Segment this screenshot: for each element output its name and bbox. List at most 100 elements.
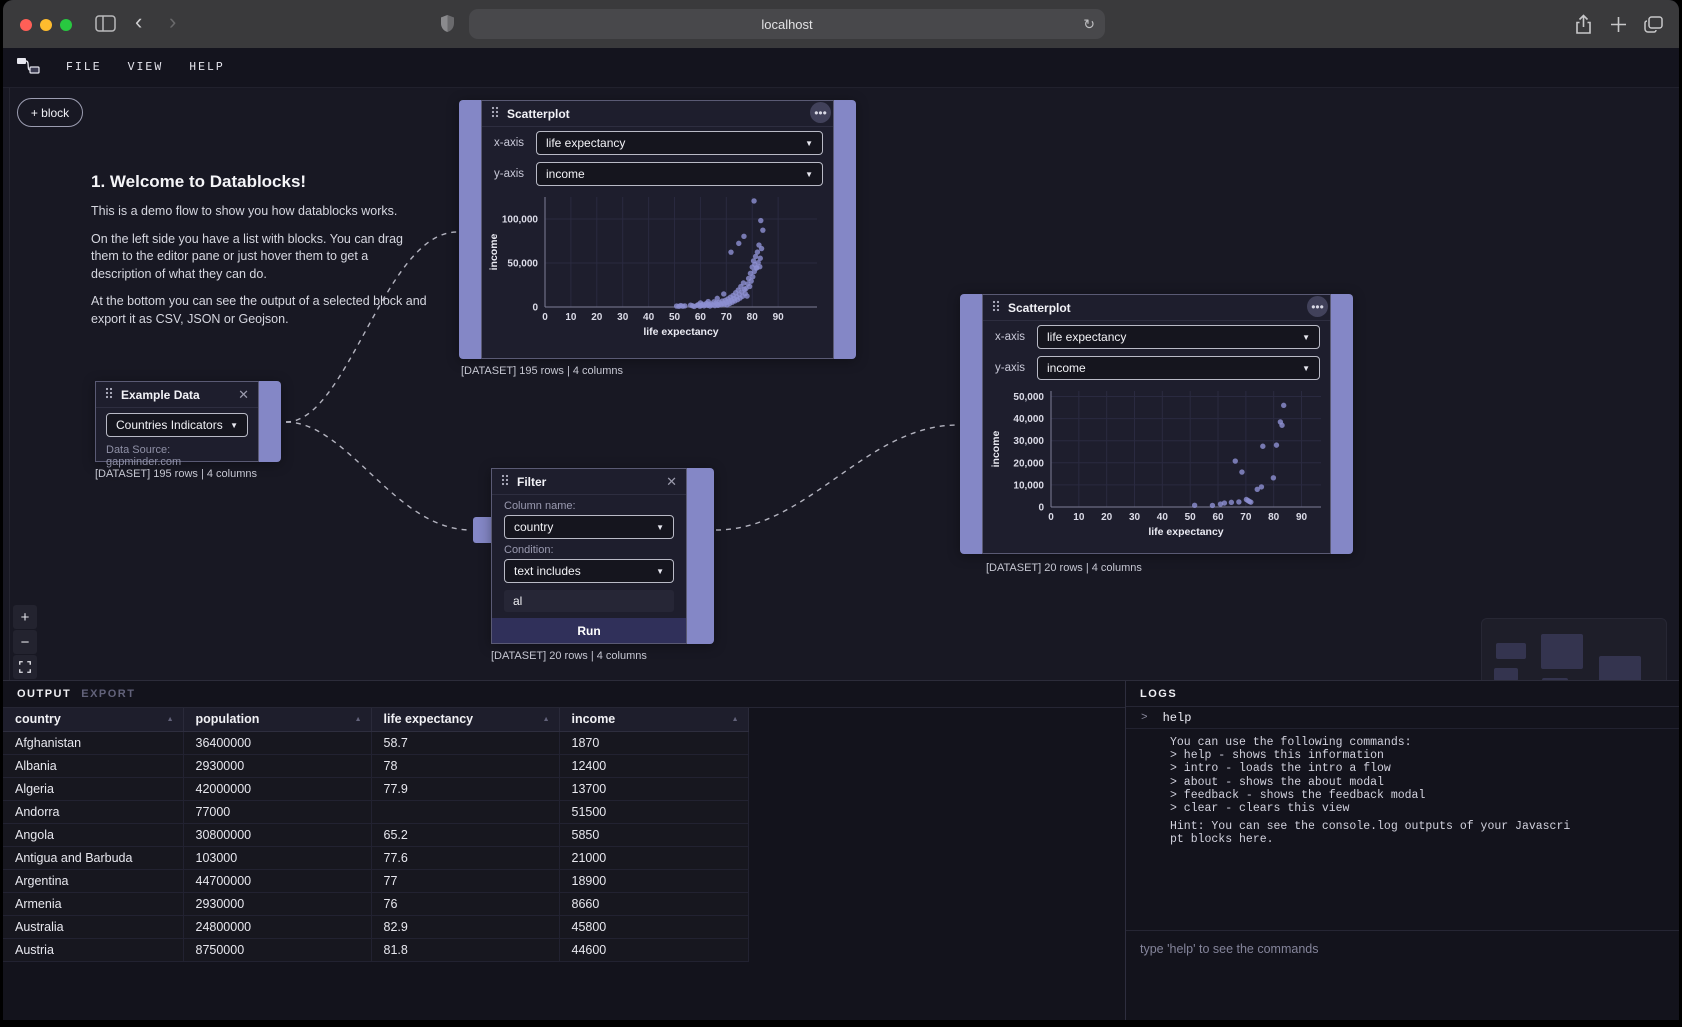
svg-text:income: income [990, 430, 1002, 467]
column-header-income[interactable]: income▲ [559, 708, 748, 731]
table-row: Australia2480000082.945800 [3, 915, 748, 938]
fit-view-button[interactable] [13, 655, 37, 679]
drag-handle-icon[interactable] [501, 473, 509, 491]
condition-select[interactable]: text includes ▼ [504, 559, 674, 583]
menu-item-view[interactable]: VIEW [128, 61, 164, 74]
svg-text:40: 40 [643, 312, 655, 323]
svg-text:40: 40 [1157, 512, 1169, 523]
forward-button[interactable]: › [169, 12, 176, 32]
back-button[interactable]: ‹ [135, 12, 142, 32]
minimize-window-button[interactable] [40, 19, 52, 31]
tab-overview-icon[interactable] [1644, 16, 1663, 33]
chart-options-button[interactable]: ••• [810, 102, 831, 123]
output-port[interactable] [259, 381, 281, 462]
log-command-input[interactable] [1140, 942, 1665, 956]
svg-text:10: 10 [1073, 512, 1085, 523]
menu-item-help[interactable]: HELP [189, 61, 225, 74]
filter-query-input[interactable] [504, 590, 674, 612]
svg-text:30: 30 [617, 312, 629, 323]
tab-export[interactable]: EXPORT [81, 688, 135, 700]
share-icon[interactable] [1574, 14, 1593, 35]
minimap-block [1541, 634, 1583, 669]
y-axis-label: y-axis [995, 362, 1037, 374]
tab-output[interactable]: OUTPUT [17, 688, 71, 700]
table-cell: 8750000 [183, 938, 371, 961]
svg-text:70: 70 [1240, 512, 1252, 523]
table-cell: 24800000 [183, 915, 371, 938]
dataset-select[interactable]: Countries Indicators ▼ [106, 413, 248, 437]
log-command-entry[interactable]: > help [1126, 707, 1679, 729]
sidebar-toggle-icon[interactable] [95, 15, 116, 35]
zoom-window-button[interactable] [60, 19, 72, 31]
table-cell: Algeria [3, 777, 183, 800]
column-header-population[interactable]: population▲ [183, 708, 371, 731]
svg-text:50: 50 [1185, 512, 1197, 523]
dataset-status: [DATASET] 20 rows | 4 columns [491, 650, 647, 662]
input-port[interactable] [960, 294, 982, 554]
minimap[interactable] [1481, 618, 1667, 680]
log-response-line: > help - shows this information [1170, 749, 1669, 762]
log-hint-line: pt blocks here. [1170, 833, 1669, 846]
table-cell: Antigua and Barbuda [3, 846, 183, 869]
log-response-line: > clear - clears this view [1170, 802, 1669, 815]
column-header-life-expectancy[interactable]: life expectancy▲ [371, 708, 559, 731]
svg-text:10,000: 10,000 [1013, 480, 1044, 491]
table-cell: 76 [371, 892, 559, 915]
x-axis-select[interactable]: life expectancy ▼ [536, 131, 823, 155]
run-button[interactable]: Run [492, 618, 686, 643]
sort-asc-icon: ▲ [167, 716, 174, 723]
prompt-chevron-icon: > [1141, 712, 1148, 724]
drag-handle-icon[interactable] [491, 105, 499, 123]
table-cell: 30800000 [183, 823, 371, 846]
zoom-in-button[interactable]: + [13, 605, 37, 629]
input-port[interactable] [459, 100, 481, 359]
y-axis-select[interactable]: income ▼ [1037, 356, 1320, 380]
column-header-country[interactable]: country▲ [3, 708, 183, 731]
datablocks-logo [17, 57, 40, 79]
table-row: Albania29300007812400 [3, 754, 748, 777]
table-cell: 81.8 [371, 938, 559, 961]
sort-asc-icon: ▲ [543, 716, 550, 723]
reload-icon[interactable]: ↻ [1083, 16, 1095, 33]
output-port[interactable] [834, 100, 856, 359]
x-axis-select[interactable]: life expectancy ▼ [1037, 325, 1320, 349]
block-header: Scatterplot ✕ [482, 101, 833, 127]
table-row: Antigua and Barbuda10300077.621000 [3, 846, 748, 869]
data-source-text: Data Source: gapminder.com [106, 444, 248, 468]
svg-text:0: 0 [542, 312, 548, 323]
address-bar[interactable]: localhost ↻ [469, 9, 1105, 39]
drag-handle-icon[interactable] [992, 299, 1000, 317]
table-row: Austria875000081.844600 [3, 938, 748, 961]
add-block-button[interactable]: + block [17, 98, 83, 127]
minimap-block [1496, 643, 1526, 659]
close-icon[interactable]: ✕ [666, 475, 677, 488]
table-cell: 58.7 [371, 731, 559, 754]
close-window-button[interactable] [20, 19, 32, 31]
table-cell: 18900 [559, 869, 748, 892]
log-response: You can use the following commands:> hel… [1126, 729, 1679, 930]
column-select[interactable]: country ▼ [504, 515, 674, 539]
chart-options-button[interactable]: ••• [1307, 296, 1328, 317]
output-port[interactable] [687, 468, 714, 644]
zoom-out-button[interactable]: − [13, 630, 37, 654]
drag-handle-icon[interactable] [105, 386, 113, 404]
close-icon[interactable]: ✕ [238, 388, 249, 401]
output-panel: OUTPUT EXPORT country▲population▲life ex… [3, 681, 1125, 1020]
flow-editor-canvas[interactable]: + block 1. Welcome to Datablocks! This i… [3, 88, 1679, 680]
y-axis-select[interactable]: income ▼ [536, 162, 823, 186]
menubar-items: FILE VIEW HELP [66, 61, 225, 74]
table-cell: 42000000 [183, 777, 371, 800]
logs-title: LOGS [1140, 688, 1177, 700]
new-tab-icon[interactable] [1610, 16, 1627, 33]
table-row: Algeria4200000077.913700 [3, 777, 748, 800]
welcome-title: 1. Welcome to Datablocks! [91, 172, 429, 192]
output-port[interactable] [1331, 294, 1353, 554]
dataset-status: [DATASET] 195 rows | 4 columns [95, 468, 257, 480]
url-text: localhost [761, 17, 812, 32]
table-cell: 2930000 [183, 892, 371, 915]
minimap-block [1599, 656, 1641, 680]
table-row: Argentina447000007718900 [3, 869, 748, 892]
svg-text:90: 90 [773, 312, 785, 323]
menu-item-file[interactable]: FILE [66, 61, 102, 74]
example-data-block: Example Data ✕ Countries Indicators ▼ Da… [95, 381, 281, 462]
